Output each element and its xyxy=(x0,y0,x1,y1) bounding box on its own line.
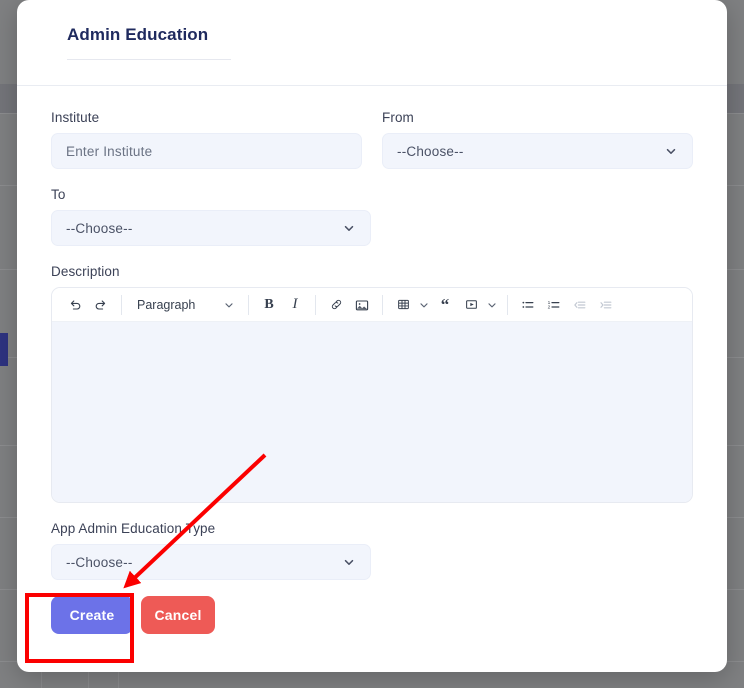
from-label: From xyxy=(382,110,414,125)
institute-from-row: Institute Enter Institute From --Choose-… xyxy=(51,110,693,187)
toolbar-separator xyxy=(315,294,316,315)
table-options-chevron-icon[interactable] xyxy=(416,292,432,318)
link-icon[interactable] xyxy=(323,292,349,318)
blockquote-label: “ xyxy=(440,295,450,314)
italic-button[interactable]: I xyxy=(282,292,308,318)
table-icon[interactable] xyxy=(390,292,416,318)
toolbar-separator xyxy=(121,294,122,315)
chevron-down-icon xyxy=(342,221,356,235)
description-editor-area[interactable] xyxy=(52,322,692,502)
from-select[interactable]: --Choose-- xyxy=(382,133,693,169)
description-label: Description xyxy=(51,264,120,279)
indent-icon[interactable] xyxy=(593,292,619,318)
page-title: Admin Education xyxy=(67,25,209,44)
description-field-group: Description Paragraph B I “ 1 2 xyxy=(51,264,693,503)
institute-field-group: Institute Enter Institute xyxy=(51,110,362,169)
bold-button[interactable]: B xyxy=(256,292,282,318)
svg-text:2: 2 xyxy=(548,304,551,310)
bullet-list-icon[interactable] xyxy=(515,292,541,318)
modal-body: Institute Enter Institute From --Choose-… xyxy=(17,86,727,580)
toolbar-separator xyxy=(507,294,508,315)
education-type-field-group: App Admin Education Type --Choose-- xyxy=(51,521,371,580)
numbered-list-icon[interactable]: 1 2 xyxy=(541,292,567,318)
toolbar-separator xyxy=(248,294,249,315)
image-icon[interactable] xyxy=(349,292,375,318)
bold-label: B xyxy=(264,296,274,312)
blockquote-button[interactable]: “ xyxy=(432,292,458,318)
from-selected-value: --Choose-- xyxy=(397,143,464,159)
from-field-group: From --Choose-- xyxy=(382,110,693,169)
outdent-icon[interactable] xyxy=(567,292,593,318)
media-options-chevron-icon[interactable] xyxy=(484,292,500,318)
title-underline xyxy=(67,59,231,60)
rich-text-editor: Paragraph B I “ 1 2 xyxy=(51,287,693,503)
to-select[interactable]: --Choose-- xyxy=(51,210,371,246)
modal-header: Admin Education xyxy=(17,0,727,86)
institute-placeholder: Enter Institute xyxy=(66,143,153,159)
undo-icon[interactable] xyxy=(62,292,88,318)
cancel-button[interactable]: Cancel xyxy=(141,596,215,634)
education-type-select[interactable]: --Choose-- xyxy=(51,544,371,580)
media-icon[interactable] xyxy=(458,292,484,318)
institute-label: Institute xyxy=(51,110,100,125)
chevron-down-icon xyxy=(342,555,356,569)
redo-icon[interactable] xyxy=(88,292,114,318)
education-type-selected-value: --Choose-- xyxy=(66,554,133,570)
italic-label: I xyxy=(292,296,298,312)
to-label: To xyxy=(51,187,66,202)
to-field-group: To --Choose-- xyxy=(51,187,371,246)
block-format-value: Paragraph xyxy=(137,297,196,312)
admin-education-modal: Admin Education Institute Enter Institut… xyxy=(17,0,727,672)
chevron-down-icon xyxy=(664,144,678,158)
institute-input[interactable]: Enter Institute xyxy=(51,133,362,169)
editor-toolbar: Paragraph B I “ 1 2 xyxy=(52,288,692,322)
block-format-select[interactable]: Paragraph xyxy=(129,292,241,318)
modal-footer: Create Cancel xyxy=(17,580,727,634)
backdrop-active-sidebar-item xyxy=(0,333,8,366)
create-button[interactable]: Create xyxy=(51,596,133,634)
to-selected-value: --Choose-- xyxy=(66,220,133,236)
education-type-label: App Admin Education Type xyxy=(51,521,216,536)
chevron-down-icon xyxy=(223,299,235,311)
toolbar-separator xyxy=(382,294,383,315)
